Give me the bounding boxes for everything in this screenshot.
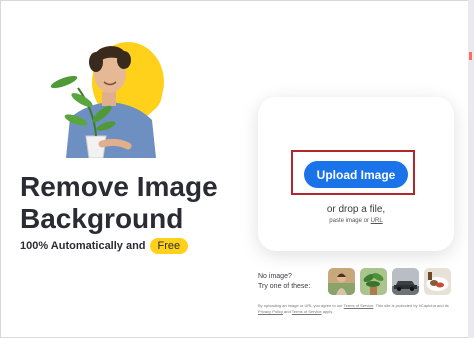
page-title: Remove Image Background: [20, 171, 218, 235]
legal-part-4: apply.: [322, 309, 334, 314]
drop-file-text: or drop a file,: [326, 204, 386, 215]
scrollbar-marker: [469, 52, 472, 60]
person-with-plant-image: [50, 46, 156, 158]
legal-part-3: and: [284, 309, 291, 314]
paste-url-text: paste image or URL: [258, 218, 454, 224]
title-line-1: Remove Image: [20, 171, 218, 202]
upload-image-button[interactable]: Upload Image: [304, 161, 408, 188]
privacy-link[interactable]: Privacy Policy: [258, 309, 283, 314]
sample-image-plant[interactable]: [360, 268, 387, 295]
car-photo-icon: [392, 268, 419, 295]
try-these-label: Try one of these:: [258, 283, 311, 290]
terms-link[interactable]: Terms of Service: [344, 303, 374, 308]
no-image-label: No image?: [258, 273, 292, 280]
legal-text: By uploading an image or URL you agree t…: [258, 303, 454, 315]
subtitle-text: 100% Automatically and: [20, 240, 146, 252]
no-image-prompt: No image? Try one of these:: [258, 272, 310, 292]
free-badge: Free: [149, 238, 189, 254]
plant-photo-icon: [360, 268, 387, 295]
paste-prefix: paste image or: [329, 218, 369, 224]
sample-image-woman[interactable]: [328, 268, 355, 295]
sample-image-food[interactable]: [424, 268, 451, 295]
scrollbar[interactable]: [468, 0, 474, 338]
subtitle: 100% Automatically and Free: [20, 238, 189, 254]
title-line-2: Background: [20, 203, 184, 234]
url-link[interactable]: URL: [371, 218, 383, 224]
legal-part-2: . This site is protected by hCaptcha and…: [373, 303, 449, 308]
food-photo-icon: [424, 268, 451, 295]
sample-image-car[interactable]: [392, 268, 419, 295]
woman-photo-icon: [328, 268, 355, 295]
legal-part-1: By uploading an image or URL you agree t…: [258, 303, 343, 308]
hero-illustration: [36, 40, 164, 158]
terms-link-2[interactable]: Terms of Service: [292, 309, 322, 314]
